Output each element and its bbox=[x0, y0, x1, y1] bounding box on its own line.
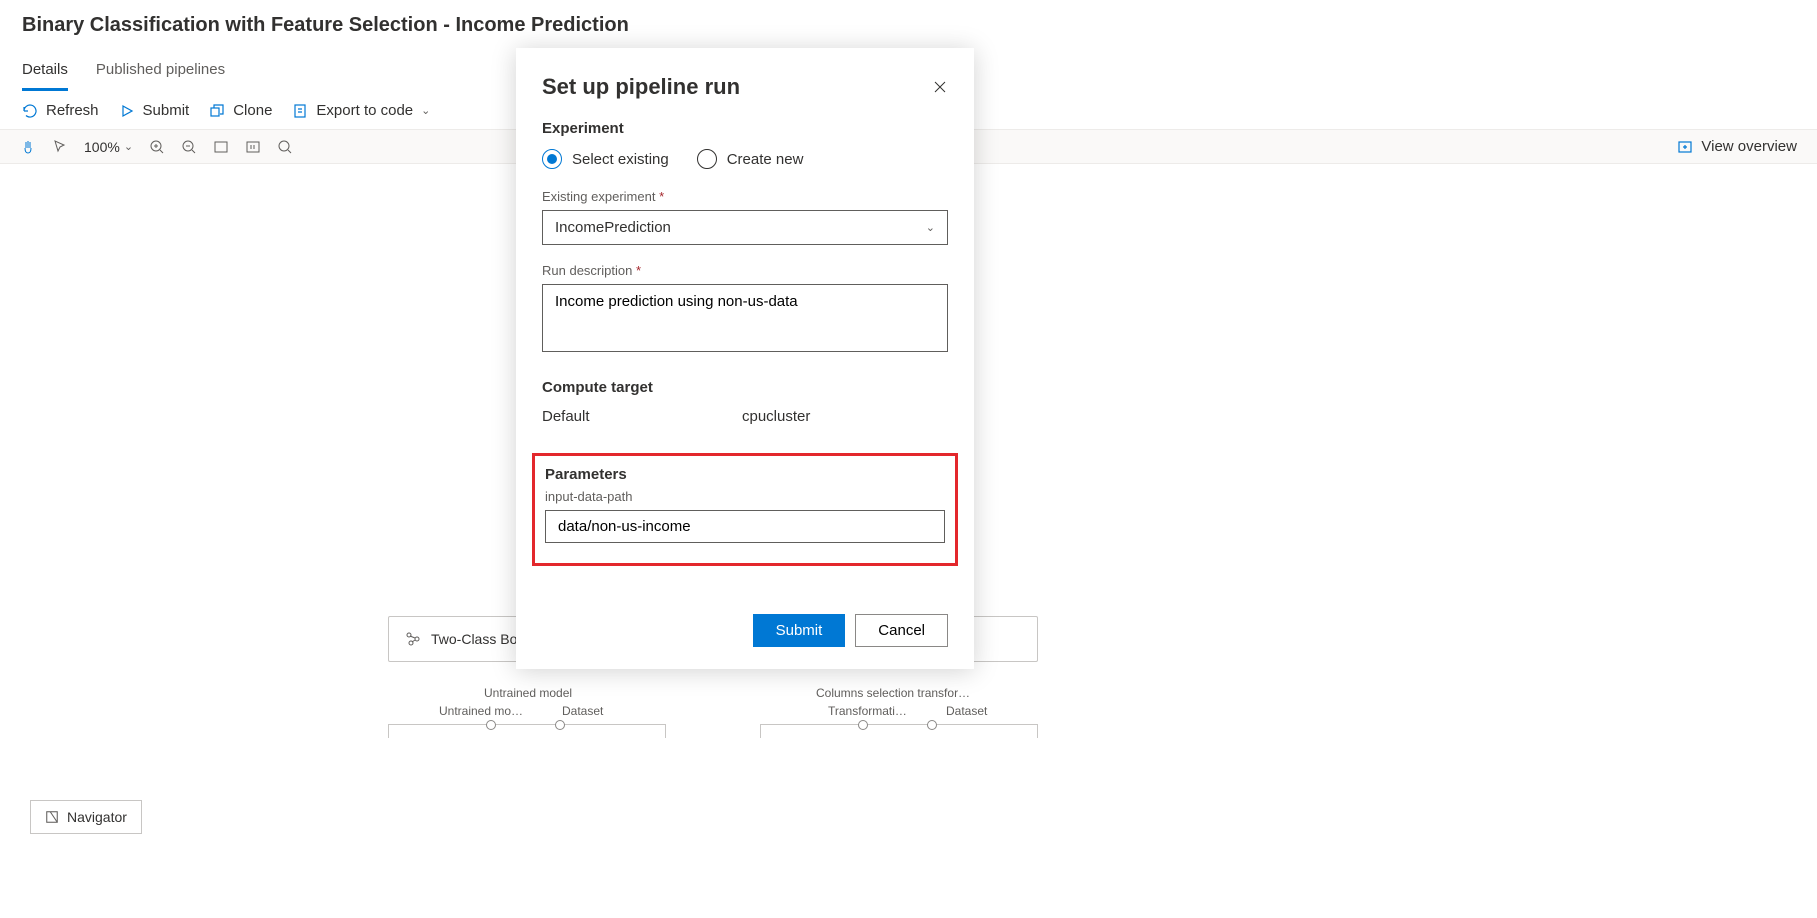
play-icon bbox=[119, 103, 135, 119]
experiment-radio-group: Select existing Create new bbox=[542, 149, 948, 169]
compute-default-label: Default bbox=[542, 408, 742, 425]
clone-button[interactable]: Clone bbox=[209, 102, 272, 119]
port-label: Columns selection transfor… bbox=[816, 686, 970, 700]
chevron-down-icon: ⌄ bbox=[421, 104, 430, 117]
view-overview-button[interactable]: View overview bbox=[1677, 138, 1797, 155]
export-button[interactable]: Export to code ⌄ bbox=[292, 102, 430, 119]
run-description-input[interactable]: Income prediction using non-us-data bbox=[542, 284, 948, 352]
navigator-icon bbox=[45, 810, 59, 824]
navigator-button[interactable]: Navigator bbox=[30, 800, 142, 834]
existing-experiment-label: Existing experiment bbox=[542, 189, 948, 204]
input-port[interactable] bbox=[486, 720, 496, 730]
input-port[interactable] bbox=[858, 720, 868, 730]
refresh-button[interactable]: Refresh bbox=[22, 102, 99, 119]
input-port[interactable] bbox=[555, 720, 565, 730]
overview-icon bbox=[1677, 139, 1693, 155]
zoom-level[interactable]: 100% ⌄ bbox=[84, 139, 133, 155]
tab-published-pipelines[interactable]: Published pipelines bbox=[96, 61, 225, 91]
export-icon bbox=[292, 103, 308, 119]
port-label: Untrained mo… bbox=[439, 704, 523, 718]
submit-button[interactable]: Submit bbox=[119, 102, 190, 119]
radio-create-new[interactable]: Create new bbox=[697, 149, 804, 169]
cancel-button[interactable]: Cancel bbox=[855, 614, 948, 647]
submit-label: Submit bbox=[143, 102, 190, 119]
port-label: Dataset bbox=[562, 704, 603, 718]
cursor-icon[interactable] bbox=[52, 139, 68, 155]
search-icon[interactable] bbox=[277, 139, 293, 155]
run-description-label: Run description bbox=[542, 263, 948, 278]
chevron-down-icon: ⌄ bbox=[926, 221, 935, 234]
experiment-section-label: Experiment bbox=[542, 120, 948, 137]
chevron-down-icon: ⌄ bbox=[124, 140, 133, 153]
existing-experiment-select[interactable]: IncomePrediction ⌄ bbox=[542, 210, 948, 245]
navigator-label: Navigator bbox=[67, 809, 127, 825]
zoom-out-icon[interactable] bbox=[181, 139, 197, 155]
param-name-label: input-data-path bbox=[545, 489, 945, 504]
module-partial[interactable] bbox=[760, 724, 1038, 738]
radio-select-existing[interactable]: Select existing bbox=[542, 149, 669, 169]
port-label: Untrained model bbox=[484, 686, 572, 700]
parameters-label: Parameters bbox=[545, 466, 945, 483]
compute-value: cpucluster bbox=[742, 408, 810, 425]
tab-details[interactable]: Details bbox=[22, 61, 68, 91]
clone-label: Clone bbox=[233, 102, 272, 119]
port-label: Dataset bbox=[946, 704, 987, 718]
submit-button[interactable]: Submit bbox=[753, 614, 846, 647]
fit-icon[interactable] bbox=[213, 139, 229, 155]
zoom-value: 100% bbox=[84, 139, 120, 155]
refresh-icon bbox=[22, 103, 38, 119]
compute-row: Default cpucluster bbox=[542, 408, 948, 425]
clone-icon bbox=[209, 103, 225, 119]
parameters-highlight: Parameters input-data-path bbox=[532, 453, 958, 566]
select-value: IncomePrediction bbox=[555, 219, 671, 236]
page-header: Binary Classification with Feature Selec… bbox=[0, 0, 1817, 41]
close-icon[interactable] bbox=[932, 79, 948, 95]
module-icon bbox=[405, 631, 421, 647]
port-label: Transformati… bbox=[828, 704, 907, 718]
pan-icon[interactable] bbox=[20, 139, 36, 155]
modal-title: Set up pipeline run bbox=[542, 74, 740, 100]
canvas-toolbar-left: 100% ⌄ bbox=[20, 139, 293, 155]
module-partial[interactable] bbox=[388, 724, 666, 738]
modal-header: Set up pipeline run bbox=[542, 74, 948, 100]
export-label: Export to code bbox=[316, 102, 413, 119]
param-value-input[interactable] bbox=[545, 510, 945, 543]
setup-pipeline-modal: Set up pipeline run Experiment Select ex… bbox=[516, 48, 974, 669]
zoom-in-icon[interactable] bbox=[149, 139, 165, 155]
actual-size-icon[interactable] bbox=[245, 139, 261, 155]
compute-target-label: Compute target bbox=[542, 379, 948, 396]
view-overview-label: View overview bbox=[1701, 138, 1797, 155]
radio-icon bbox=[542, 149, 562, 169]
refresh-label: Refresh bbox=[46, 102, 99, 119]
page-title: Binary Classification with Feature Selec… bbox=[22, 14, 1795, 37]
input-port[interactable] bbox=[927, 720, 937, 730]
modal-footer: Submit Cancel bbox=[542, 614, 948, 647]
radio-label: Select existing bbox=[572, 151, 669, 168]
radio-label: Create new bbox=[727, 151, 804, 168]
radio-icon bbox=[697, 149, 717, 169]
